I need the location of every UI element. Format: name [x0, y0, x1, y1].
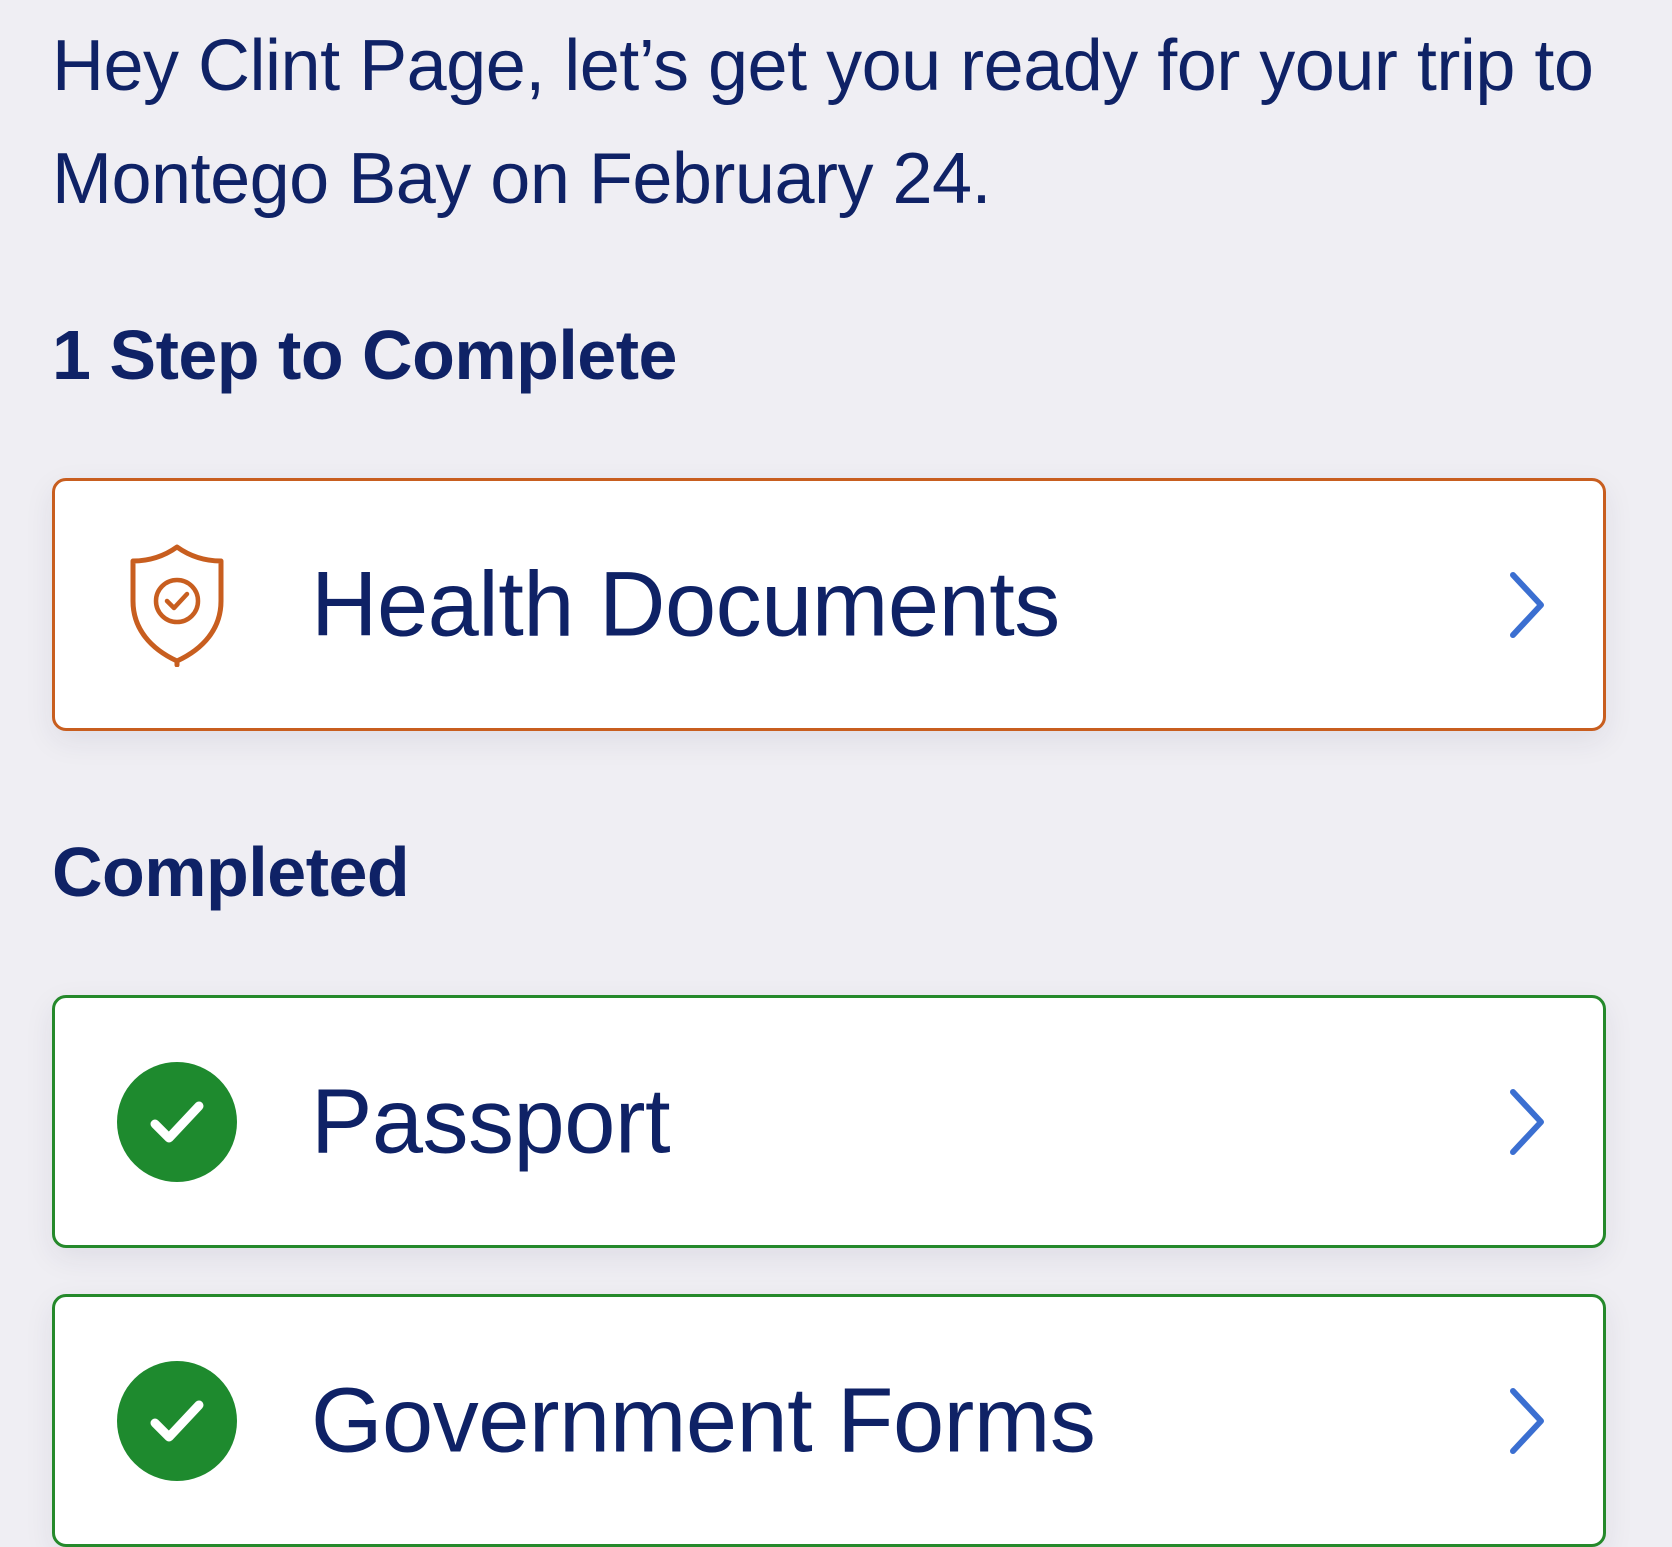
check-circle-icon	[117, 1360, 237, 1481]
health-documents-card[interactable]: Health Documents	[52, 478, 1606, 731]
chevron-right-icon	[1510, 571, 1544, 638]
trip-greeting: Hey Clint Page, let’s get you ready for …	[52, 26, 1594, 219]
chevron-right-icon	[1510, 1387, 1544, 1454]
chevron-right-icon	[1510, 1088, 1544, 1155]
check-circle-icon	[117, 1061, 237, 1182]
government-forms-card[interactable]: Government Forms	[52, 1294, 1606, 1547]
shield-check-icon	[117, 540, 237, 670]
passport-label: Passport	[311, 1070, 671, 1172]
completed-heading: Completed	[52, 833, 410, 911]
steps-to-complete-heading: 1 Step to Complete	[52, 316, 677, 394]
passport-card[interactable]: Passport	[52, 995, 1606, 1248]
health-documents-label: Health Documents	[311, 553, 1060, 655]
government-forms-label: Government Forms	[311, 1369, 1096, 1471]
